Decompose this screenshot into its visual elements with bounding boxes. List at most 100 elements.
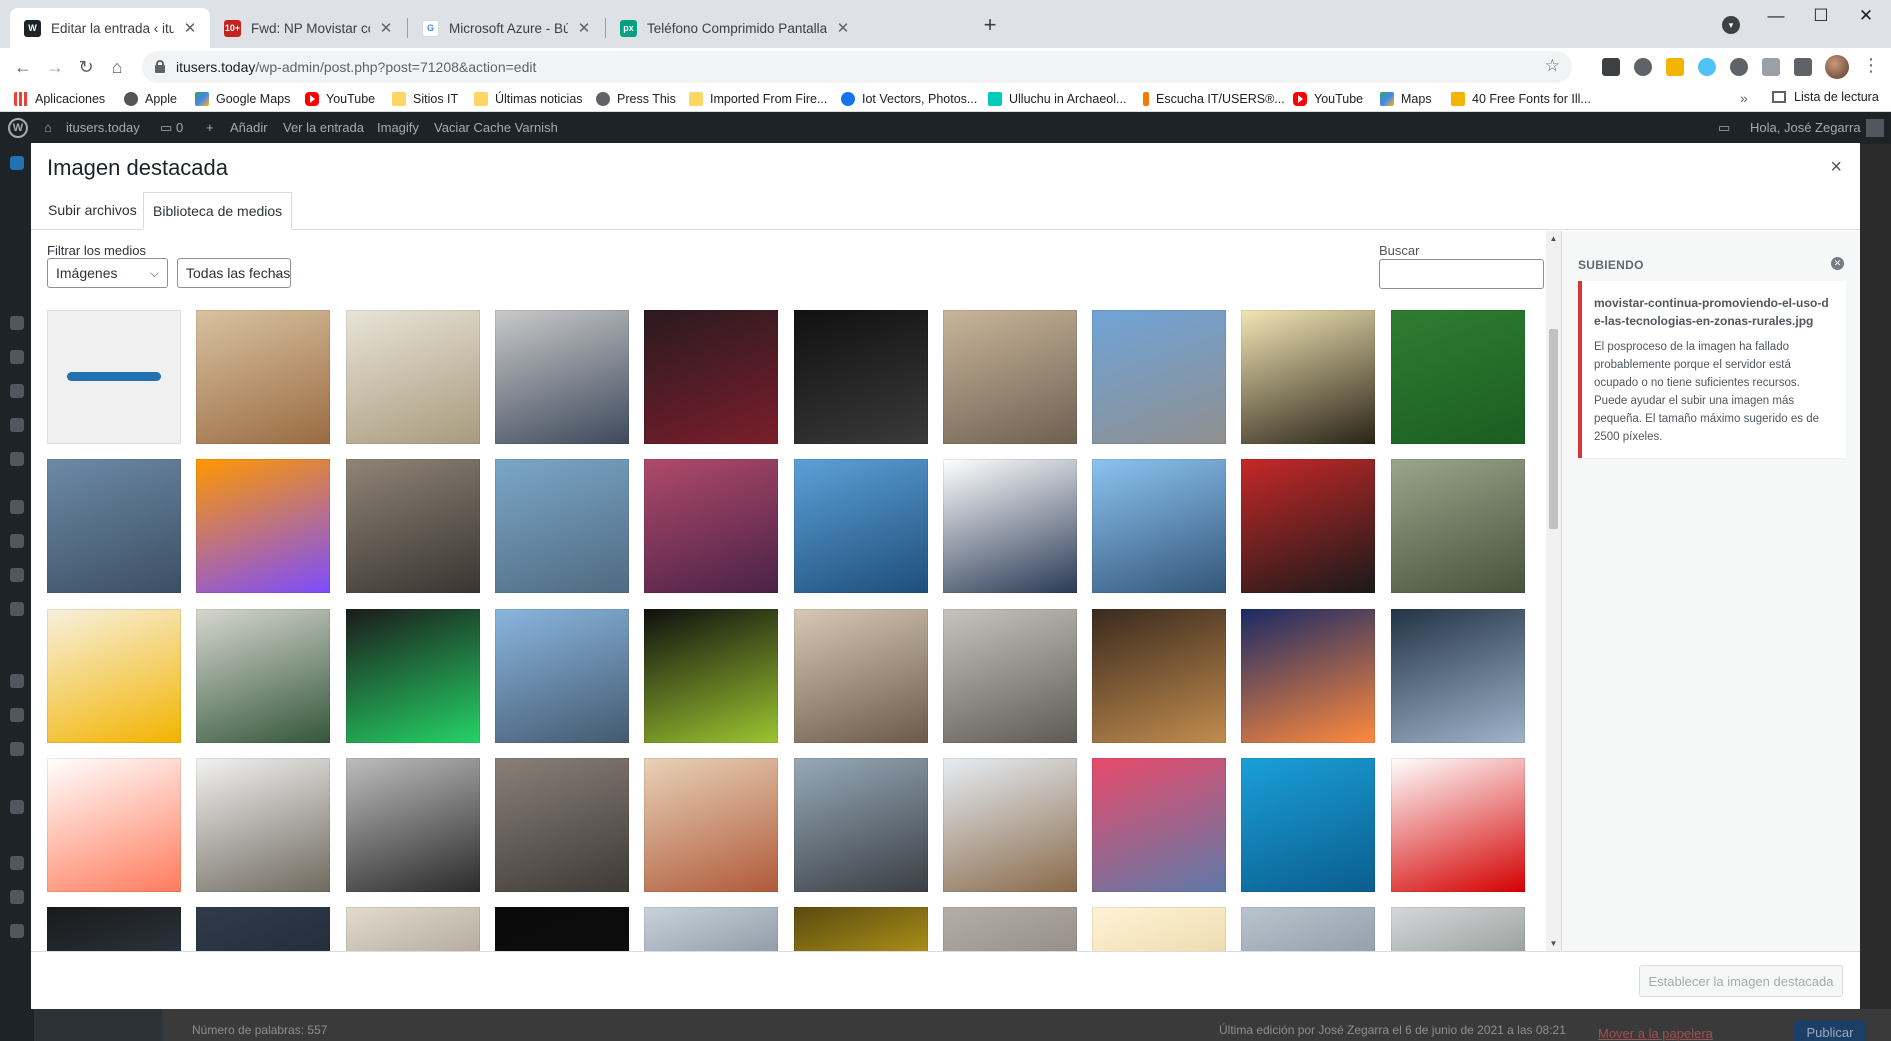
camera-extension-icon[interactable]	[1762, 58, 1780, 76]
media-thumbnail-woman-hood-smoking[interactable]	[495, 758, 629, 892]
media-thumbnail-motherboard[interactable]	[644, 609, 778, 743]
admin-bar-imagify[interactable]: Imagify	[377, 120, 419, 135]
media-thumbnail-skyscrapers-sky[interactable]	[1092, 459, 1226, 593]
menu-icon[interactable]	[10, 452, 24, 466]
lock-icon[interactable]	[155, 60, 165, 73]
tab-editar-entrada[interactable]: W Editar la entrada ‹ itusers.today ✕	[10, 8, 210, 48]
bookmark-youtube-2[interactable]: YouTube	[1293, 90, 1363, 108]
bookmark-google-maps[interactable]: Google Maps	[195, 90, 290, 108]
scroll-down-arrow-icon[interactable]: ▼	[1546, 936, 1561, 951]
media-thumbnail-man-dark[interactable]	[47, 907, 181, 951]
tab-fwd-movistar[interactable]: 10+ Fwd: NP Movistar continúa promoviend…	[210, 8, 406, 48]
bookmark-press-this[interactable]: Press This	[596, 90, 676, 108]
tab-search-chevron-icon[interactable]: ▾	[1722, 16, 1740, 34]
gmail-extension-icon[interactable]	[1602, 58, 1620, 76]
media-thumbnail-cloud-diagram[interactable]	[196, 907, 330, 951]
media-type-select[interactable]: Imágenes ⌵	[47, 258, 168, 288]
menu-icon[interactable]	[10, 156, 24, 170]
close-window-button[interactable]: ✕	[1846, 4, 1886, 28]
media-thumbnail-server-rack[interactable]	[1391, 609, 1525, 743]
close-tab-icon[interactable]: ✕	[835, 19, 851, 37]
forward-arrow-icon[interactable]: →	[42, 54, 68, 80]
menu-icon[interactable]	[10, 924, 24, 938]
snowflake-extension-icon[interactable]	[1698, 58, 1716, 76]
comments-count[interactable]: 0	[176, 120, 183, 135]
media-thumbnail-desk-with-phones[interactable]	[196, 310, 330, 444]
media-thumbnail-woman-purple[interactable]	[644, 459, 778, 593]
bookmark-ultimas-noticias[interactable]: Últimas noticias	[474, 90, 583, 108]
media-thumbnail-utec-robot-room[interactable]	[1391, 459, 1525, 593]
menu-icon[interactable]	[10, 742, 24, 756]
media-thumbnail-woman-reading[interactable]	[644, 758, 778, 892]
circle-extension-icon[interactable]	[1730, 58, 1748, 76]
minimize-button[interactable]: —	[1756, 4, 1796, 28]
home-icon[interactable]: ⌂	[104, 54, 130, 80]
menu-icon[interactable]	[10, 418, 24, 432]
menu-icon[interactable]	[10, 350, 24, 364]
admin-bar-view-post[interactable]: Ver la entrada	[283, 120, 364, 135]
profile-avatar[interactable]	[1825, 55, 1849, 79]
media-thumbnail-cloudy-landscape[interactable]	[1241, 907, 1375, 951]
bookmark-star-icon[interactable]: ☆	[1545, 56, 1560, 76]
puzzle-extensions-icon[interactable]	[1794, 58, 1812, 76]
media-thumbnail-office-meeting[interactable]	[794, 609, 928, 743]
media-thumbnail-utec-collage[interactable]	[196, 758, 330, 892]
admin-bar-site-name[interactable]: itusers.today	[66, 120, 140, 135]
menu-icon[interactable]	[10, 602, 24, 616]
media-thumbnail-yellow-light[interactable]	[794, 907, 928, 951]
bookmark-aplicaciones[interactable]: Aplicaciones	[14, 90, 105, 108]
address-bar[interactable]: itusers.today/wp-admin/post.php?post=712…	[142, 51, 1572, 83]
media-thumbnail-aerial-city-smoke[interactable]	[943, 310, 1077, 444]
menu-icon[interactable]	[10, 316, 24, 330]
media-thumbnail-man-with-phone-icons[interactable]	[644, 310, 778, 444]
media-thumbnail-classroom[interactable]	[346, 459, 480, 593]
admin-bar-varnish[interactable]: Vaciar Cache Varnish	[434, 120, 558, 135]
media-thumbnail-red-ram-modules[interactable]	[1241, 459, 1375, 593]
media-thumbnail-iot-bubbles[interactable]	[196, 459, 330, 593]
bookmark-maps[interactable]: Maps	[1380, 90, 1432, 108]
tab-upload-files[interactable]: Subir archivos	[39, 192, 146, 230]
media-thumbnail-loading-bar[interactable]	[47, 310, 181, 444]
maximize-button[interactable]: ☐	[1801, 4, 1841, 28]
bookmark-free-fonts[interactable]: 40 Free Fonts for Ill...	[1451, 90, 1591, 108]
media-thumbnail-app-icons[interactable]	[346, 609, 480, 743]
media-thumbnail-sap-building[interactable]	[1092, 310, 1226, 444]
media-thumbnail-desk-telephone[interactable]	[943, 609, 1077, 743]
menu-icon[interactable]	[10, 534, 24, 548]
media-thumbnail-outdoor-trees[interactable]	[1391, 907, 1525, 951]
media-thumbnail-woman-on-screen[interactable]	[1092, 609, 1226, 743]
bookmark-escucha-itusers[interactable]: Escucha IT/USERS®...	[1143, 90, 1285, 108]
new-tab-button[interactable]: +	[976, 12, 1004, 40]
media-thumbnail-utec-hand-pen[interactable]	[943, 459, 1077, 593]
media-thumbnail-boy-with-laptop[interactable]	[346, 310, 480, 444]
media-thumbnail-boy-bw-portrait[interactable]	[346, 758, 480, 892]
notifications-icon[interactable]: ▭	[1718, 120, 1730, 136]
wordpress-logo-icon[interactable]: W	[8, 118, 28, 138]
scroll-thumb[interactable]	[1549, 329, 1558, 529]
bookmark-sitios-it[interactable]: Sitios IT	[392, 90, 458, 108]
media-thumbnail-smiling-women[interactable]	[943, 758, 1077, 892]
date-filter-select[interactable]: Todas las fechas ⌵	[177, 258, 291, 288]
reading-list-button[interactable]: Lista de lectura	[1772, 90, 1879, 104]
media-thumbnail-woman-green-sculpture[interactable]	[196, 609, 330, 743]
media-thumbnail-industrial-workers[interactable]	[495, 459, 629, 593]
browser-menu-icon[interactable]: ⋮	[1862, 56, 1880, 74]
comments-icon[interactable]: ▭	[160, 120, 172, 136]
dismiss-errors-icon[interactable]: ✕	[1831, 257, 1844, 270]
scroll-up-arrow-icon[interactable]: ▲	[1546, 231, 1561, 246]
bookmark-imported-from-firefox[interactable]: Imported From Fire...	[689, 90, 827, 108]
media-thumbnail-sunlight-glow[interactable]	[1092, 907, 1226, 951]
tab-media-library[interactable]: Biblioteca de medios	[143, 192, 293, 230]
url-text[interactable]: itusers.today/wp-admin/post.php?post=712…	[176, 59, 536, 75]
media-thumbnail-check-button[interactable]	[943, 907, 1077, 951]
bookmark-iot-vectors[interactable]: Iot Vectors, Photos...	[841, 90, 977, 108]
set-featured-image-button[interactable]: Establecer la imagen destacada	[1639, 965, 1843, 997]
tab-microsoft-azure[interactable]: G Microsoft Azure - Búsqueda de Google ✕	[408, 8, 604, 48]
media-thumbnail-people-on-rocks[interactable]	[794, 758, 928, 892]
menu-icon[interactable]	[10, 890, 24, 904]
media-thumbnail-photographer-silhouette[interactable]	[1241, 310, 1375, 444]
media-thumbnail-shanghai-skyline[interactable]	[495, 609, 629, 743]
close-tab-icon[interactable]: ✕	[576, 19, 592, 37]
media-thumbnail-laptop-desk[interactable]	[644, 907, 778, 951]
media-thumbnail-black-image[interactable]	[495, 907, 629, 951]
